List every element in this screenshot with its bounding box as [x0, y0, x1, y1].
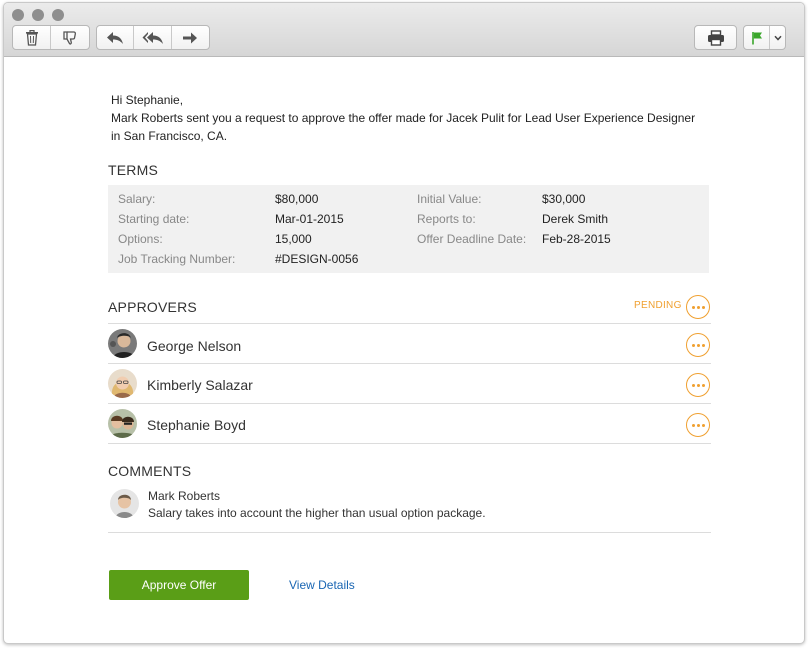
- starting-date-value: Mar-01-2015: [275, 212, 344, 226]
- initial-value-value: $30,000: [542, 192, 586, 206]
- minimize-window-button[interactable]: [32, 9, 44, 21]
- approver-more-button[interactable]: [686, 373, 710, 397]
- salutation: Hi Stephanie,: [111, 93, 184, 107]
- approver-more-button[interactable]: [686, 333, 710, 357]
- junk-button[interactable]: [51, 26, 89, 49]
- reply-icon: [107, 31, 124, 44]
- forward-icon: [183, 32, 198, 43]
- trash-icon: [25, 29, 38, 46]
- flag-button[interactable]: [744, 26, 770, 49]
- offer-deadline-label: Offer Deadline Date:: [417, 232, 527, 246]
- starting-date-label: Starting date:: [118, 212, 190, 226]
- reports-to-label: Reports to:: [417, 212, 476, 226]
- mail-window: Hi Stephanie, Mark Roberts sent you a re…: [3, 2, 805, 644]
- status-badge: PENDING: [634, 300, 682, 311]
- salary-value: $80,000: [275, 192, 319, 206]
- greeting-text: Hi Stephanie, Mark Roberts sent you a re…: [111, 91, 711, 145]
- print-icon: [707, 29, 724, 46]
- delete-group: [12, 25, 90, 50]
- print-group: [694, 25, 737, 50]
- reply-button[interactable]: [97, 26, 135, 49]
- options-value: 15,000: [275, 232, 312, 246]
- terms-heading: TERMS: [108, 162, 158, 178]
- chevron-down-icon: [773, 35, 782, 41]
- offer-deadline-value: Feb-28-2015: [542, 232, 611, 246]
- divider: [108, 443, 711, 444]
- toolbar: [4, 3, 804, 57]
- approvers-more-button[interactable]: [686, 295, 710, 319]
- avatar: [108, 369, 137, 398]
- request-line-1: Mark Roberts sent you a request to appro…: [111, 111, 696, 125]
- terms-table: Salary: $80,000 Starting date: Mar-01-20…: [108, 185, 709, 273]
- approver-name: George Nelson: [147, 338, 242, 354]
- comments-heading: COMMENTS: [108, 463, 192, 479]
- job-tracking-label: Job Tracking Number:: [118, 252, 236, 266]
- approve-offer-button[interactable]: Approve Offer: [109, 570, 249, 600]
- view-details-link[interactable]: View Details: [289, 578, 355, 592]
- options-label: Options:: [118, 232, 163, 246]
- zoom-window-button[interactable]: [52, 9, 64, 21]
- approver-more-button[interactable]: [686, 413, 710, 437]
- request-line-2: in San Francisco, CA.: [111, 129, 228, 143]
- comment-author: Mark Roberts: [148, 489, 221, 503]
- divider: [108, 363, 711, 364]
- divider: [108, 532, 711, 533]
- forward-button[interactable]: [172, 26, 209, 49]
- flag-icon: [751, 31, 762, 44]
- divider: [108, 403, 711, 404]
- close-window-button[interactable]: [12, 9, 24, 21]
- message-body: Hi Stephanie, Mark Roberts sent you a re…: [4, 58, 804, 643]
- delete-button[interactable]: [13, 26, 51, 49]
- reply-all-button[interactable]: [134, 26, 172, 49]
- salary-label: Salary:: [118, 192, 156, 206]
- print-button[interactable]: [695, 26, 736, 49]
- comment-text: Salary takes into account the higher tha…: [148, 506, 486, 520]
- reports-to-value: Derek Smith: [542, 212, 609, 226]
- thumbs-down-icon: [63, 30, 76, 45]
- approvers-heading: APPROVERS: [108, 299, 197, 315]
- avatar: [108, 329, 137, 358]
- reply-group: [96, 25, 210, 50]
- approver-name: Stephanie Boyd: [147, 417, 246, 433]
- divider: [108, 323, 711, 324]
- initial-value-label: Initial Value:: [417, 192, 482, 206]
- flag-menu-button[interactable]: [770, 26, 785, 49]
- job-tracking-value: #DESIGN-0056: [275, 252, 359, 266]
- avatar: [110, 489, 139, 518]
- avatar: [108, 409, 137, 438]
- flag-group: [743, 25, 786, 50]
- reply-all-icon: [142, 31, 163, 44]
- approver-name: Kimberly Salazar: [147, 377, 253, 393]
